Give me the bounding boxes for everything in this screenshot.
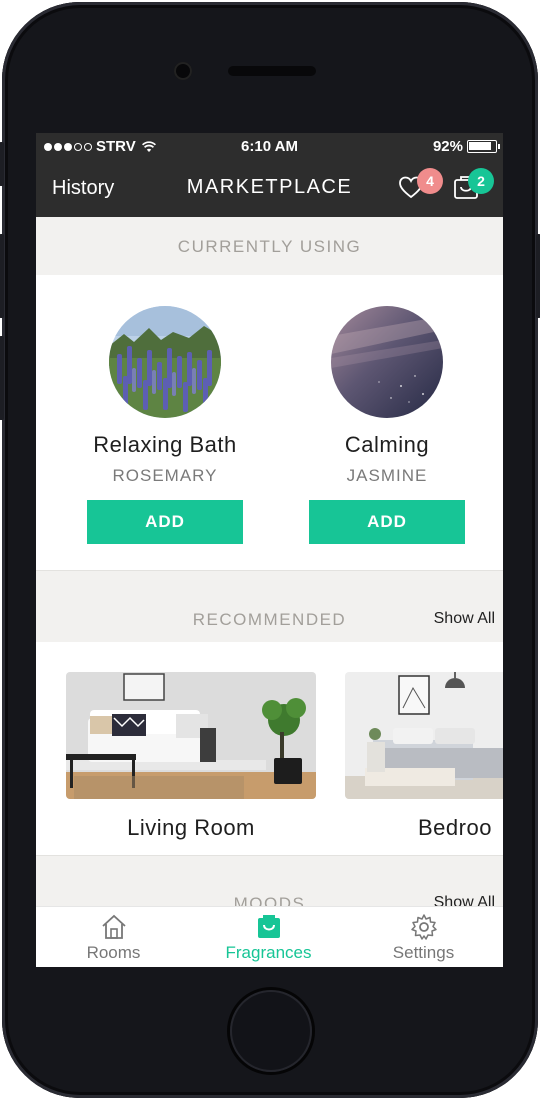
- volume-down-button: [0, 336, 4, 420]
- recommended-header: RECOMMENDED Show All: [36, 570, 503, 642]
- gear-icon: [410, 914, 437, 940]
- living-room-image[interactable]: [66, 672, 316, 799]
- fragrance-name: Calming: [344, 432, 430, 457]
- tab-label: Rooms: [86, 943, 141, 962]
- earpiece-speaker: [228, 66, 316, 76]
- cart-count-badge: 2: [468, 168, 494, 194]
- night-sky-image[interactable]: [331, 306, 443, 418]
- fragrance-scent: JASMINE: [346, 466, 428, 485]
- tab-label: Settings: [392, 943, 455, 962]
- tab-rooms[interactable]: Rooms: [36, 911, 191, 963]
- room-name: Bedroo: [418, 815, 492, 840]
- navigation-bar: History MARKETPLACE 4 2: [36, 161, 503, 217]
- tab-bar: Rooms Fragrances Settings: [36, 906, 503, 967]
- house-icon: [101, 914, 126, 939]
- mute-switch: [0, 142, 4, 186]
- fragrance-name: Relaxing Bath: [93, 432, 237, 457]
- fragrance-card: Calming JASMINE ADD: [309, 306, 465, 544]
- fragrance-box-icon: [257, 915, 280, 938]
- currently-using-header: CURRENTLY USING: [36, 217, 503, 275]
- bedroom-image[interactable]: [345, 672, 503, 799]
- room-name: Living Room: [127, 815, 255, 840]
- tab-fragrances[interactable]: Fragrances: [191, 911, 346, 963]
- fragrance-card: Relaxing Bath ROSEMARY ADD: [87, 306, 243, 544]
- section-title: CURRENTLY USING: [177, 237, 362, 256]
- add-button[interactable]: ADD: [309, 500, 465, 544]
- room-card[interactable]: Living Room: [66, 672, 316, 841]
- volume-up-button: [0, 234, 4, 318]
- app-screen: STRV 6:10 AM 92% History MARKETPLACE 4 2: [36, 133, 503, 967]
- tab-settings[interactable]: Settings: [346, 911, 501, 963]
- add-button[interactable]: ADD: [87, 500, 243, 544]
- front-camera: [174, 62, 192, 80]
- battery-icon: [467, 140, 500, 153]
- room-card[interactable]: Bedroo: [345, 672, 503, 841]
- power-button: [536, 234, 540, 318]
- tab-label: Fragrances: [225, 943, 312, 962]
- status-bar: STRV 6:10 AM 92%: [36, 133, 503, 161]
- home-button[interactable]: [230, 990, 312, 1072]
- lavender-field-image[interactable]: [109, 306, 221, 418]
- favorites-count-badge: 4: [417, 168, 443, 194]
- show-all-link[interactable]: Show All: [434, 610, 495, 628]
- battery-percent: 92%: [432, 138, 463, 155]
- fragrance-scent: ROSEMARY: [112, 466, 218, 485]
